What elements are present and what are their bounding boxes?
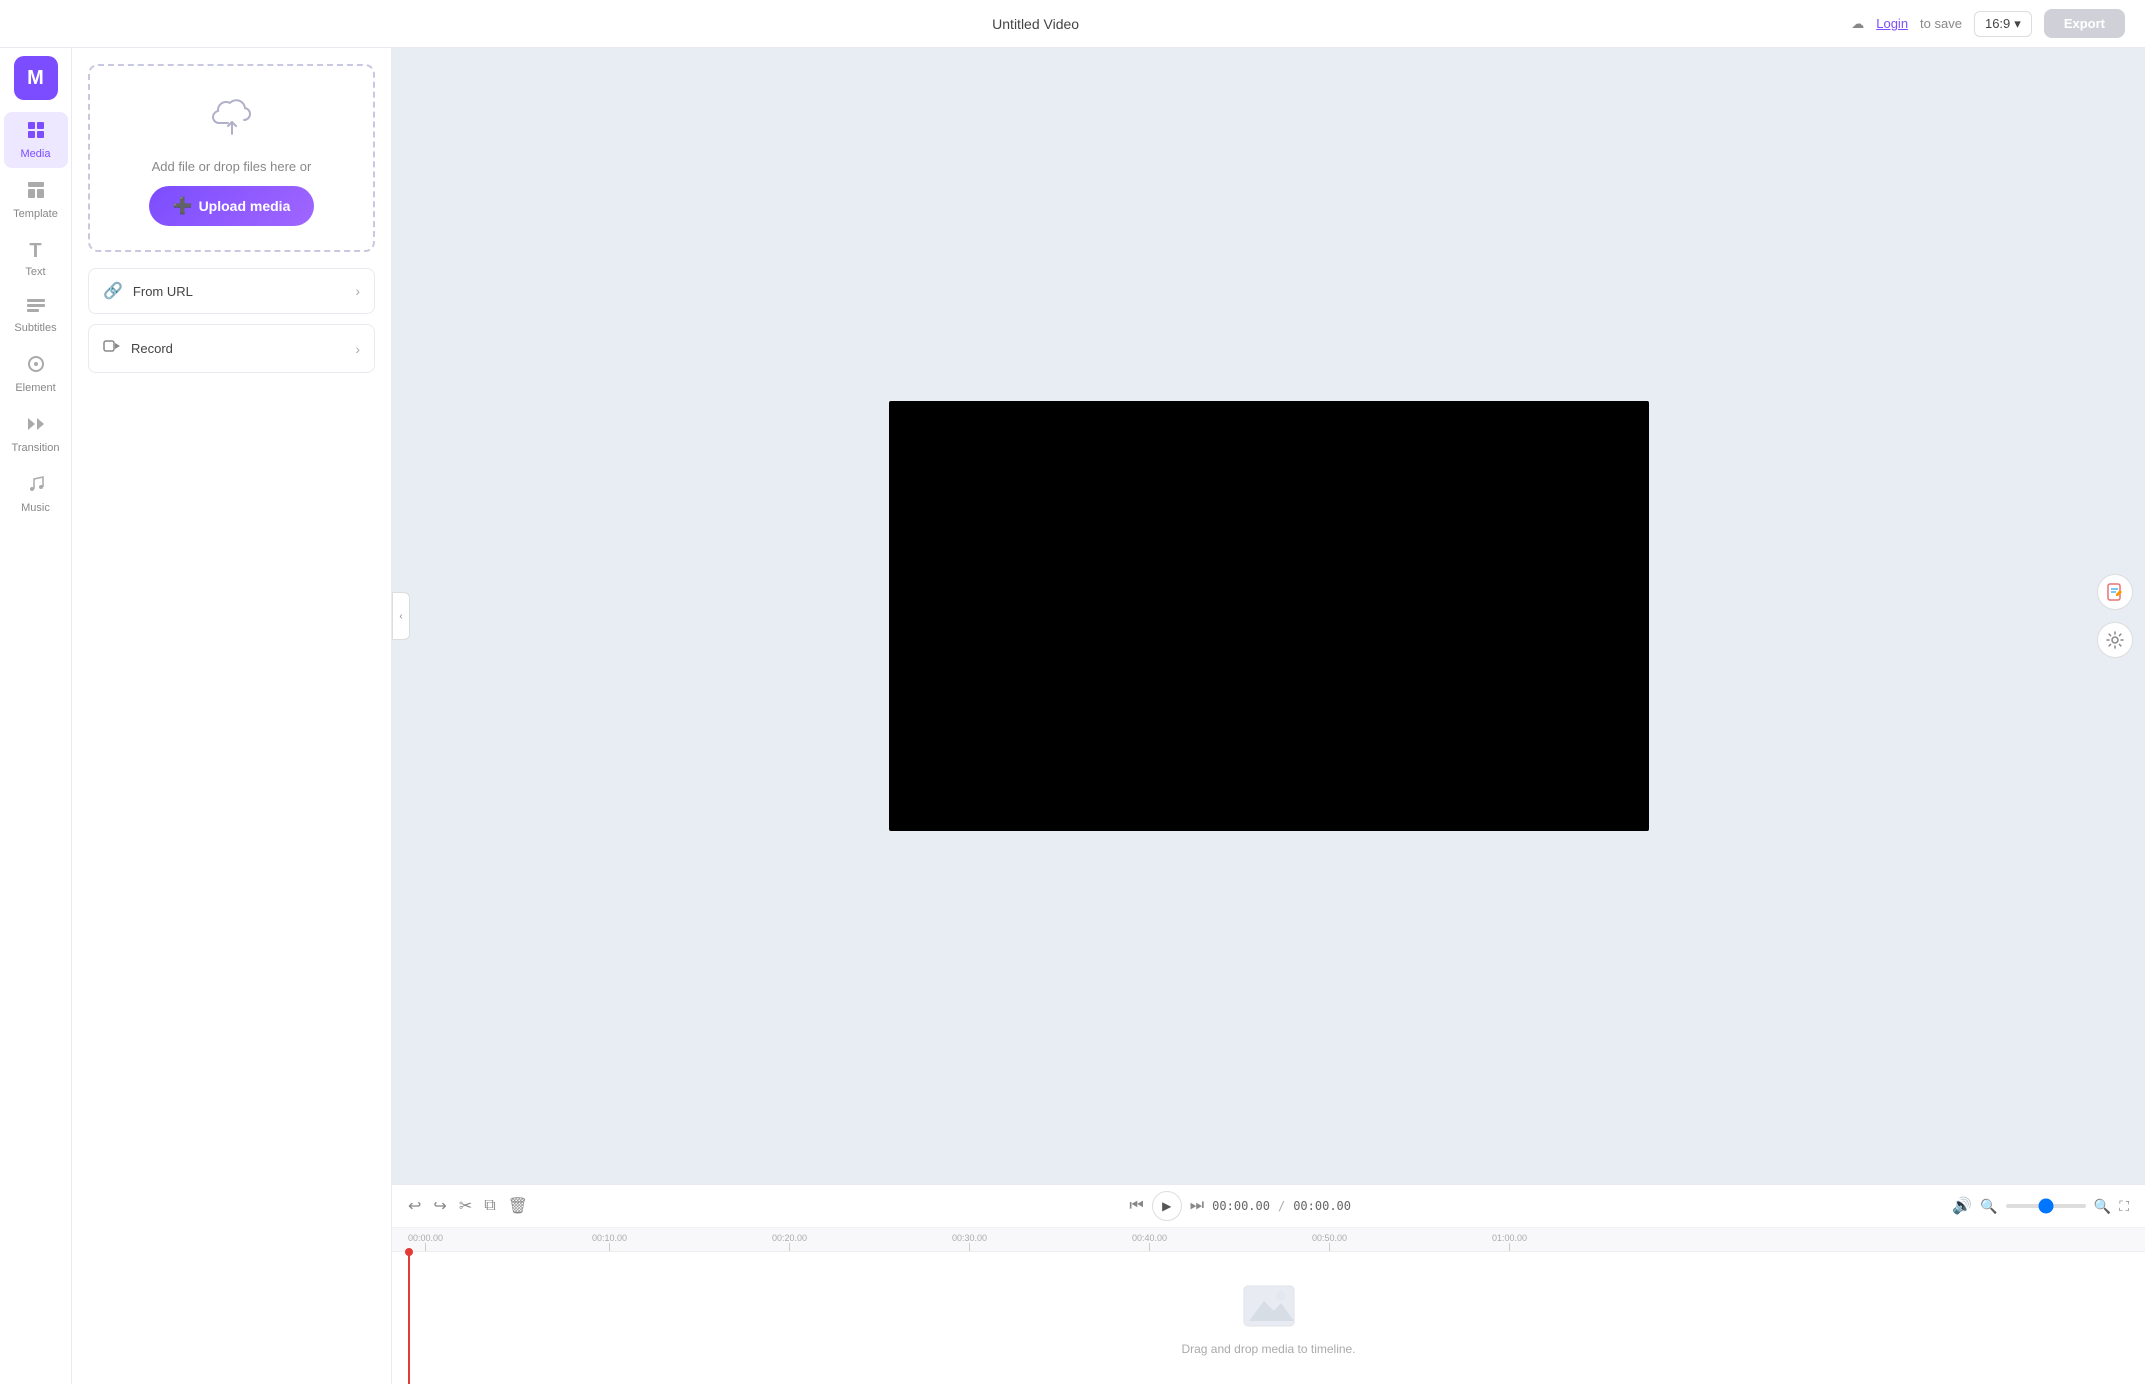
video-title: Untitled Video — [992, 16, 1079, 32]
zoom-out-button[interactable]: 🔍 — [1980, 1198, 1997, 1215]
playback-controls: ⏮ ▶ ⏭ 00:00.00 / 00:00.00 — [1129, 1191, 1351, 1221]
aspect-ratio-selector[interactable]: 16:9 ▾ — [1974, 11, 2032, 37]
media-panel: Add file or drop files here or ➕ Upload … — [72, 48, 392, 1384]
topbar: Untitled Video ☁ Login to save 16:9 ▾ Ex… — [0, 0, 2145, 48]
drop-hint-text: Drag and drop media to timeline. — [1181, 1342, 1355, 1356]
link-icon: 🔗 — [103, 281, 123, 301]
time-separator: / — [1278, 1199, 1285, 1213]
preview-area: ‹ — [392, 48, 2145, 1184]
plus-icon: ➕ — [173, 196, 193, 216]
app-logo[interactable]: M — [14, 56, 58, 100]
ruler-mark-1: 00:10.00 — [592, 1233, 627, 1251]
upload-btn-label: Upload media — [199, 198, 291, 214]
element-icon — [26, 354, 46, 379]
settings-icon-button[interactable] — [2097, 622, 2133, 658]
side-tools — [2097, 574, 2133, 658]
text-icon: T — [29, 240, 41, 263]
logo-letter: M — [27, 67, 44, 90]
save-icon: ☁ — [1851, 16, 1864, 32]
playhead — [408, 1252, 410, 1384]
media-icon — [26, 120, 46, 145]
sidebar: M Media Template — [0, 48, 72, 1384]
sidebar-item-text[interactable]: T Text — [4, 232, 68, 286]
volume-icon[interactable]: 🔊 — [1952, 1196, 1972, 1216]
video-canvas — [889, 401, 1649, 831]
music-icon — [26, 474, 46, 499]
ruler-mark-0: 00:00.00 — [408, 1233, 443, 1251]
skip-forward-button[interactable]: ⏭ — [1190, 1197, 1204, 1215]
timeline-content: 00:00.00 00:10.00 00:20.00 00:30.00 — [392, 1228, 2145, 1384]
ruler-mark-2: 00:20.00 — [772, 1233, 807, 1251]
record-label: Record — [131, 341, 173, 356]
content-area: ‹ — [392, 48, 2145, 1384]
ruler-mark-6: 01:00.00 — [1492, 1233, 1527, 1251]
cloud-upload-icon — [208, 90, 256, 147]
media-label: Media — [21, 148, 51, 160]
login-link[interactable]: Login — [1876, 16, 1908, 31]
redo-button[interactable]: ↪ — [433, 1196, 446, 1216]
sidebar-item-element[interactable]: Element — [4, 346, 68, 402]
zoom-controls: 🔊 🔍 🔍 ⛶ — [1952, 1196, 2129, 1216]
subtitles-label: Subtitles — [14, 322, 56, 334]
aspect-ratio-value: 16:9 — [1985, 16, 2010, 31]
copy-button[interactable]: ⧉ — [484, 1197, 495, 1215]
playhead-dot — [405, 1248, 413, 1256]
timeline-tools: ↩ ↪ ✂ ⧉ 🗑 — [408, 1196, 528, 1216]
music-label: Music — [21, 502, 50, 514]
delete-button[interactable]: 🗑 — [508, 1196, 528, 1216]
zoom-slider[interactable] — [2006, 1204, 2086, 1208]
upload-media-button[interactable]: ➕ Upload media — [149, 186, 315, 226]
record-chevron-icon: › — [355, 341, 360, 357]
timeline-toolbar: ↩ ↪ ✂ ⧉ 🗑 ⏮ ▶ ⏭ 00:00.00 / 00:00.00 🔊 🔍 — [392, 1185, 2145, 1228]
ruler-mark-5: 00:50.00 — [1312, 1233, 1347, 1251]
current-time: 00:00.00 — [1212, 1199, 1270, 1213]
upload-area: Add file or drop files here or ➕ Upload … — [88, 64, 375, 252]
chevron-down-icon: ▾ — [2014, 16, 2021, 32]
from-url-row[interactable]: 🔗 From URL › — [88, 268, 375, 314]
text-label: Text — [25, 266, 45, 278]
save-text: to save — [1920, 16, 1962, 31]
from-url-label: From URL — [133, 284, 193, 299]
record-row[interactable]: Record › — [88, 324, 375, 373]
ruler-mark-4: 00:40.00 — [1132, 1233, 1167, 1251]
zoom-in-button[interactable]: 🔍 — [2094, 1198, 2111, 1215]
chevron-right-icon: › — [355, 283, 360, 299]
expand-timeline-button[interactable]: ⛶ — [2119, 1198, 2129, 1215]
upload-hint-text: Add file or drop files here or — [152, 159, 312, 174]
ruler-mark-3: 00:30.00 — [952, 1233, 987, 1251]
subtitles-icon — [26, 298, 46, 319]
sidebar-item-transition[interactable]: Transition — [4, 406, 68, 462]
drop-zone-hint: Drag and drop media to timeline. — [392, 1252, 2145, 1384]
sidebar-item-music[interactable]: Music — [4, 466, 68, 522]
record-icon — [103, 337, 121, 360]
export-button[interactable]: Export — [2044, 9, 2125, 38]
sidebar-item-subtitles[interactable]: Subtitles — [4, 290, 68, 342]
sidebar-item-media[interactable]: Media — [4, 112, 68, 168]
template-label: Template — [13, 208, 58, 220]
timeline-tracks: Drag and drop media to timeline. — [392, 1252, 2145, 1384]
element-label: Element — [15, 382, 55, 394]
record-left: Record — [103, 337, 173, 360]
topbar-right: ☁ Login to save 16:9 ▾ Export — [1851, 9, 2125, 38]
main-layout: M Media Template — [0, 48, 2145, 1384]
notepad-icon-button[interactable] — [2097, 574, 2133, 610]
from-url-left: 🔗 From URL — [103, 281, 193, 301]
undo-button[interactable]: ↩ — [408, 1196, 421, 1216]
play-button[interactable]: ▶ — [1152, 1191, 1182, 1221]
total-time: 00:00.00 — [1293, 1199, 1351, 1213]
cut-button[interactable]: ✂ — [459, 1196, 472, 1216]
transition-label: Transition — [12, 442, 60, 454]
collapse-panel-button[interactable]: ‹ — [392, 592, 410, 640]
drop-zone-image — [1239, 1281, 1299, 1334]
transition-icon — [26, 414, 46, 439]
timeline-area: ↩ ↪ ✂ ⧉ 🗑 ⏮ ▶ ⏭ 00:00.00 / 00:00.00 🔊 🔍 — [392, 1184, 2145, 1384]
template-icon — [26, 180, 46, 205]
timeline-ruler: 00:00.00 00:10.00 00:20.00 00:30.00 — [392, 1228, 2145, 1252]
skip-back-button[interactable]: ⏮ — [1129, 1197, 1143, 1215]
sidebar-item-template[interactable]: Template — [4, 172, 68, 228]
